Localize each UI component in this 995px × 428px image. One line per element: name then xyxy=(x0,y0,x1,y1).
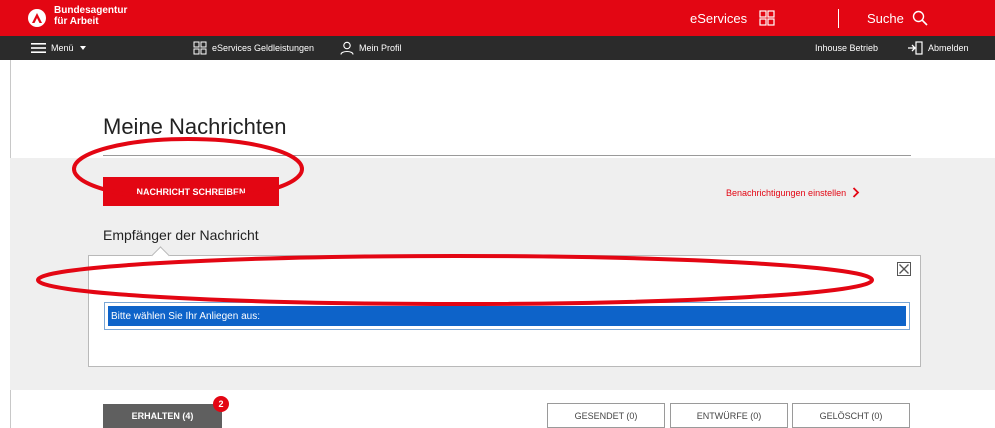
menu-label: Menü xyxy=(51,43,74,53)
unread-badge: 2 xyxy=(213,396,229,412)
inhouse-label[interactable]: Inhouse Betrieb xyxy=(815,36,878,60)
notification-settings-link[interactable]: Benachrichtigungen einstellen xyxy=(726,187,860,198)
profile-label: Mein Profil xyxy=(359,43,402,53)
brand-line-1: Bundesagentur xyxy=(54,5,128,16)
tab-received[interactable]: ERHALTEN (4) xyxy=(103,404,222,428)
logout-label: Abmelden xyxy=(928,43,969,53)
tab-sent[interactable]: GESENDET (0) xyxy=(547,403,665,428)
eservices-top-label: eServices xyxy=(690,10,748,26)
search-link[interactable]: Suche xyxy=(867,0,928,36)
brand-line-2: für Arbeit xyxy=(54,16,99,27)
profile-link[interactable]: Mein Profil xyxy=(340,36,402,60)
brand-name[interactable]: Bundesagentur für Arbeit xyxy=(54,5,127,27)
concern-select-value: Bitte wählen Sie Ihr Anliegen aus: xyxy=(108,306,906,326)
title-divider xyxy=(103,155,911,156)
sub-navigation: Menü eServices Geldleistungen Mein Profi… xyxy=(0,36,995,60)
eservices-money-link[interactable]: eServices Geldleistungen xyxy=(193,36,314,60)
tab-deleted[interactable]: GELÖSCHT (0) xyxy=(792,403,910,428)
close-box-icon[interactable] xyxy=(897,262,911,276)
search-label: Suche xyxy=(867,10,904,26)
page-title: Meine Nachrichten xyxy=(103,114,287,139)
ba-logo-icon[interactable] xyxy=(28,9,46,27)
notification-settings-label: Benachrichtigungen einstellen xyxy=(726,187,847,198)
chevron-right-icon xyxy=(852,187,860,198)
eservices-money-label: eServices Geldleistungen xyxy=(212,43,315,53)
tab-drafts[interactable]: ENTWÜRFE (0) xyxy=(670,403,788,428)
menu-button[interactable]: Menü xyxy=(31,36,93,60)
search-icon xyxy=(912,10,928,26)
top-header: Bundesagentur für Arbeit eServices Suche xyxy=(0,0,995,36)
concern-select[interactable]: Bitte wählen Sie Ihr Anliegen aus: xyxy=(104,302,910,330)
recipient-label: Empfänger der Nachricht xyxy=(103,227,259,243)
caret-down-icon xyxy=(79,46,86,50)
write-message-button[interactable]: NACHRICHT SCHREIBEN xyxy=(103,177,279,206)
header-divider xyxy=(838,9,839,28)
logout-icon xyxy=(908,41,923,55)
eservices-top-link[interactable]: eServices xyxy=(690,0,775,36)
profile-icon xyxy=(340,41,354,55)
logout-link[interactable]: Abmelden xyxy=(907,36,969,60)
hamburger-icon xyxy=(31,43,46,53)
grid-icon xyxy=(193,41,207,55)
grid-icon xyxy=(759,10,775,26)
